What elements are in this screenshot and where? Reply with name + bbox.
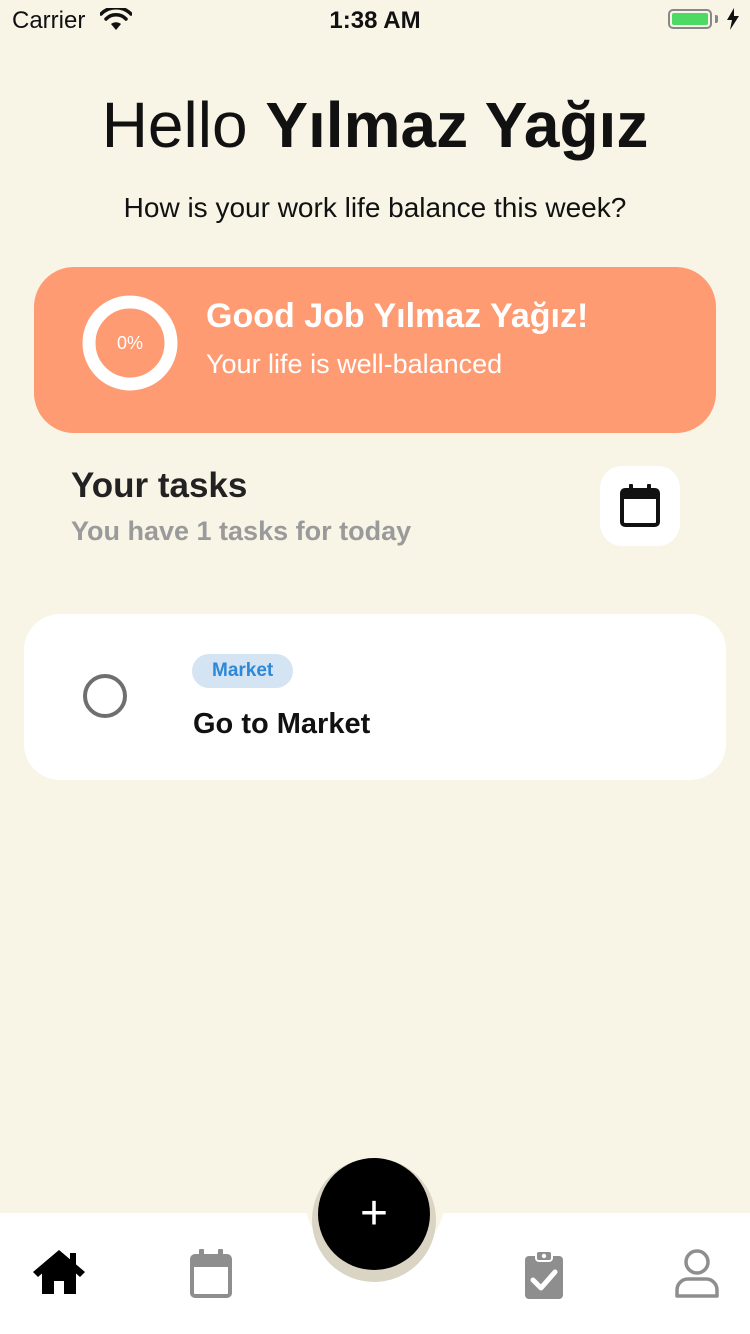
- clipboard-check-icon[interactable]: [524, 1250, 564, 1300]
- calendar-icon: [620, 484, 660, 527]
- plus-icon: +: [359, 1187, 389, 1240]
- page-subtitle: How is your work life balance this week?: [123, 192, 627, 223]
- task-card[interactable]: Market Go to Market: [24, 614, 726, 780]
- balance-message: Your life is well-balanced: [206, 349, 503, 379]
- task-checkbox[interactable]: [83, 674, 127, 718]
- tasks-subtitle: You have 1 tasks for today: [71, 516, 412, 546]
- task-category-badge: Market: [192, 654, 294, 688]
- page-title: Hello Yılmaz Yağız: [0, 88, 750, 162]
- balance-card[interactable]: 0% Good Job Yılmaz Yağız! Your life is w…: [34, 267, 716, 433]
- battery-tip: [715, 15, 718, 23]
- task-title: Go to Market: [193, 708, 371, 740]
- tasks-title: Your tasks: [71, 466, 248, 505]
- balance-title: Good Job Yılmaz Yağız!: [206, 297, 589, 335]
- calendar-tab-icon[interactable]: [189, 1249, 233, 1299]
- greeting-prefix: Hello: [101, 89, 266, 161]
- status-bar: Carrier 1:38 AM: [0, 0, 750, 40]
- battery-icon: [668, 9, 712, 29]
- progress-label: 0%: [116, 333, 143, 353]
- calendar-button[interactable]: [600, 466, 680, 546]
- clock: 1:38 AM: [329, 7, 421, 34]
- home-icon[interactable]: [31, 1248, 87, 1296]
- charging-icon: [727, 8, 739, 30]
- user-icon[interactable]: [674, 1249, 720, 1299]
- add-task-button[interactable]: +: [318, 1158, 430, 1270]
- user-name: Yılmaz Yağız: [265, 89, 649, 161]
